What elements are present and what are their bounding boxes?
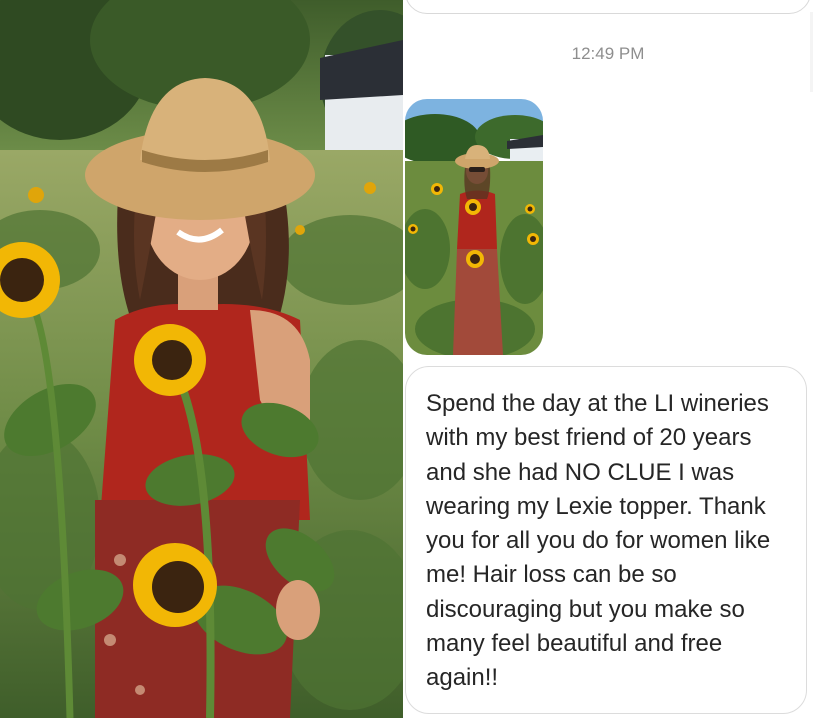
chat-pane: 12:49 PM Spend the day at the LI winerie… bbox=[403, 0, 813, 718]
message-timestamp: 12:49 PM bbox=[571, 44, 645, 63]
message-text: Spend the day at the LI wineries with my… bbox=[426, 390, 771, 692]
message-bubble: Spend the day at the LI wineries with my… bbox=[405, 366, 807, 714]
sunflower-field-photo bbox=[0, 0, 403, 718]
photo-message-thumbnail[interactable] bbox=[405, 99, 543, 355]
previous-message-bubble bbox=[405, 0, 811, 14]
